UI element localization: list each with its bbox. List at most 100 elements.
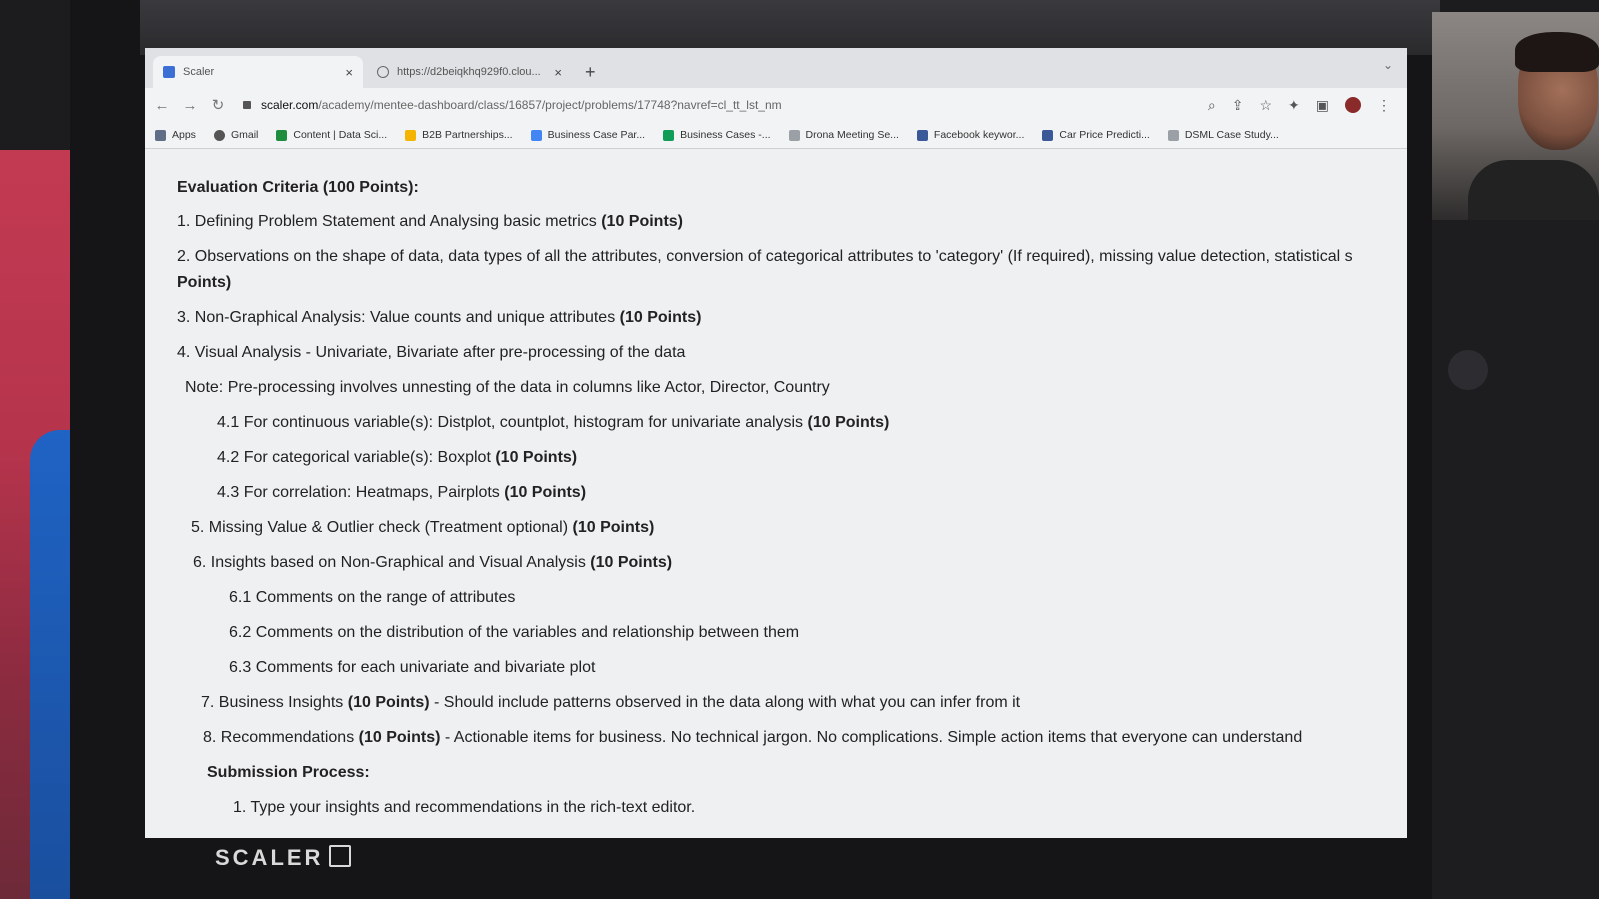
item-points: (10 Points) [572, 519, 655, 536]
criteria-subitem: 4.3 For correlation: Heatmaps, Pairplots… [177, 482, 1377, 504]
bookmark-b2b[interactable]: B2B Partnerships... [405, 129, 513, 141]
criteria-item: 4. Visual Analysis - Univariate, Bivaria… [177, 342, 1377, 364]
brand-logo: SCALER [215, 845, 352, 871]
forward-icon[interactable]: → [179, 97, 201, 114]
tab-scaler[interactable]: Scaler × [153, 56, 363, 88]
tab-bar: Scaler × https://d2beiqkhq929f0.clou... … [145, 48, 1407, 88]
brand-text: SCALER [215, 845, 324, 870]
menu-icon[interactable]: ⋮ [1377, 97, 1391, 114]
bookmark-label: Car Price Predicti... [1059, 129, 1150, 141]
bookmark-label: DSML Case Study... [1184, 129, 1279, 141]
criteria-subitem: 6.1 Comments on the range of attributes [177, 587, 1377, 609]
lock-icon [243, 101, 251, 109]
reload-icon[interactable]: ↻ [207, 96, 229, 114]
item-text: 5. Missing Value & Outlier check (Treatm… [191, 519, 573, 536]
new-tab-button[interactable]: + [585, 62, 596, 83]
submission-heading: Submission Process: [207, 764, 370, 781]
bookmark-label: Business Cases -... [680, 129, 771, 141]
k-icon [916, 129, 928, 141]
item-points: Points) [177, 274, 232, 291]
criteria-subitem: 4.1 For continuous variable(s): Distplot… [177, 412, 1377, 434]
scaler-favicon-icon [163, 66, 175, 78]
item-points: (10 Points) [601, 213, 684, 230]
item-text: 1. Defining Problem Statement and Analys… [177, 213, 602, 230]
drive-icon [663, 129, 675, 141]
tab-cloudfront[interactable]: https://d2beiqkhq929f0.clou... × [367, 56, 572, 88]
bookmarks-bar: Apps Gmail Content | Data Sci... B2B Par… [145, 122, 1407, 149]
bookmark-car-price[interactable]: Car Price Predicti... [1042, 129, 1150, 141]
profile-avatar[interactable] [1345, 96, 1361, 113]
page-icon [1167, 129, 1179, 141]
apps-grid-icon [155, 129, 166, 141]
bookmark-label: Business Case Par... [547, 129, 646, 141]
item-points: (10 Points) [495, 449, 578, 466]
camera-dot [1448, 350, 1488, 390]
background-room [140, 0, 1440, 55]
side-panel-icon[interactable]: ▣ [1316, 97, 1329, 114]
bookmark-label: Content | Data Sci... [293, 129, 388, 141]
item-text: 4.3 For correlation: Heatmaps, Pairplots [217, 484, 505, 501]
item-text: Note: Pre-processing involves unnesting … [185, 379, 830, 396]
zoom-icon[interactable]: ⌕ [1208, 97, 1216, 114]
criteria-item: 1. Defining Problem Statement and Analys… [177, 211, 1377, 233]
participant-body [1468, 160, 1599, 220]
criteria-subitem: 6.3 Comments for each univariate and biv… [177, 657, 1377, 679]
item-text: 6. Insights based on Non-Graphical and V… [193, 554, 591, 571]
item-text: 8. Recommendations [203, 729, 359, 746]
google-icon [213, 129, 225, 141]
tab-search-icon[interactable]: ⌄ [1383, 58, 1393, 72]
browser-toolbar: ← → ↻ scaler.com/academy/mentee-dashboar… [145, 88, 1407, 122]
criteria-item: 5. Missing Value & Outlier check (Treatm… [177, 517, 1377, 539]
criteria-item-continued: Points) [177, 272, 1377, 294]
participant-hair [1515, 32, 1599, 72]
criteria-item: 8. Recommendations (10 Points) - Actiona… [177, 727, 1377, 749]
k-icon [1042, 129, 1054, 141]
scaler-logo-icon [329, 845, 352, 867]
bookmark-business-cases[interactable]: Business Cases -... [663, 129, 771, 141]
item-points: (10 Points) [590, 554, 673, 571]
bookmark-label: Gmail [230, 129, 259, 141]
close-tab-icon[interactable]: × [345, 65, 353, 80]
close-tab-icon[interactable]: × [554, 65, 562, 80]
item-text: 3. Non-Graphical Analysis: Value counts … [177, 309, 620, 326]
bookmark-facebook[interactable]: Facebook keywor... [916, 129, 1025, 141]
bookmark-label: Facebook keywor... [933, 129, 1025, 141]
address-bar[interactable]: scaler.com/academy/mentee-dashboard/clas… [243, 92, 1208, 118]
browser-window: Scaler × https://d2beiqkhq929f0.clou... … [145, 48, 1407, 838]
globe-icon [377, 66, 389, 78]
criteria-subitem: 6.2 Comments on the distribution of the … [177, 622, 1377, 644]
share-icon[interactable]: ⇪ [1232, 97, 1244, 114]
url-host: scaler.com [261, 98, 319, 112]
bookmark-label: Apps [172, 129, 196, 141]
drive-icon [405, 129, 417, 141]
item-points: (10 Points) [619, 309, 702, 326]
monitor-side [1432, 220, 1599, 899]
bookmark-apps[interactable]: Apps [155, 129, 196, 141]
item-text: 4. Visual Analysis - Univariate, Bivaria… [177, 344, 686, 361]
page-content: Evaluation Criteria (100 Points): 1. Def… [145, 149, 1407, 838]
bookmark-label: Drona Meeting Se... [805, 129, 899, 141]
item-text: 6.2 Comments on the distribution of the … [229, 624, 800, 641]
criteria-subitem: 4.2 For categorical variable(s): Boxplot… [177, 447, 1377, 469]
bookmark-content[interactable]: Content | Data Sci... [276, 129, 387, 141]
criteria-item: 7. Business Insights (10 Points) - Shoul… [177, 692, 1377, 714]
item-points: (10 Points) [504, 484, 587, 501]
bookmark-drona[interactable]: Drona Meeting Se... [788, 129, 899, 141]
item-text: 6.3 Comments for each univariate and biv… [229, 659, 596, 676]
item-text: 6.1 Comments on the range of attributes [229, 589, 516, 606]
item-points: (10 Points) [358, 729, 441, 746]
back-icon[interactable]: ← [151, 97, 173, 114]
bookmark-star-icon[interactable]: ☆ [1259, 97, 1272, 114]
bookmark-gmail[interactable]: Gmail [213, 129, 259, 141]
item-text: 2. Observations on the shape of data, da… [177, 248, 1353, 265]
evaluation-heading: Evaluation Criteria (100 Points): [177, 179, 419, 196]
tab-title: https://d2beiqkhq929f0.clou... [397, 66, 541, 78]
item-points: (10 Points) [807, 414, 890, 431]
item-text: 4.1 For continuous variable(s): Distplot… [217, 414, 808, 431]
item-text: 4.2 For categorical variable(s): Boxplot [217, 449, 496, 466]
extensions-icon[interactable]: ✦ [1288, 97, 1300, 114]
item-text: - Should include patterns observed in th… [429, 694, 1021, 711]
tab-title: Scaler [183, 66, 215, 78]
bookmark-business-case-par[interactable]: Business Case Par... [530, 129, 646, 141]
bookmark-dsml[interactable]: DSML Case Study... [1167, 129, 1279, 141]
